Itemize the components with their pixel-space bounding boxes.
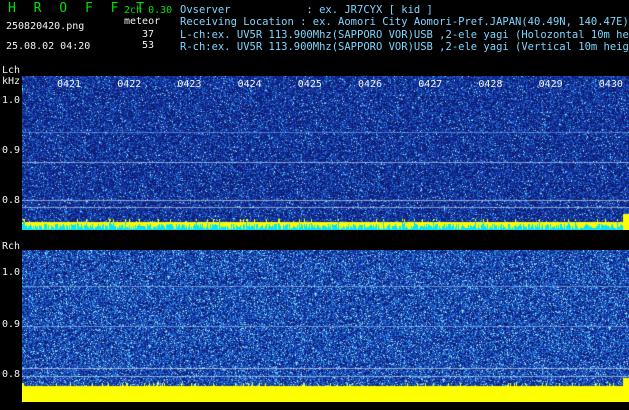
rch-label: Rch — [2, 241, 21, 252]
time-tick-label: 0427 — [418, 79, 443, 90]
rch-ytick: 0.9 — [2, 319, 21, 330]
lch-ytick: 0.9 — [2, 145, 21, 156]
lch-ytick: 1.0 — [2, 95, 21, 106]
filename-label: 250820420.png — [6, 21, 85, 32]
rch-ytick: 0.8 — [2, 369, 21, 380]
time-tick-label: 0428 — [478, 79, 503, 90]
lch-unit-label: kHz — [2, 76, 21, 87]
time-tick-label: 0421 — [57, 79, 82, 90]
rch-ytick: 1.0 — [2, 267, 21, 278]
meteor-count-rch: 53 — [142, 40, 155, 51]
time-tick-label: 0425 — [297, 79, 322, 90]
lch-spectrogram — [22, 76, 629, 230]
timestamp-label: 25.08.02 04:20 — [6, 41, 91, 52]
lch-receiver-line: L-ch:ex. UV5R 113.900Mhz(SAPPORO VOR)USB… — [180, 29, 629, 41]
meteor-label: meteor — [124, 16, 161, 27]
time-tick-label: 0430 — [598, 79, 623, 90]
lch-label: Lch — [2, 65, 21, 76]
rch-receiver-line: R-ch:ex. UV5R 113.900Mhz(SAPPORO VOR)USB… — [180, 41, 629, 53]
time-tick-label: 0422 — [117, 79, 142, 90]
time-tick-label: 0426 — [358, 79, 383, 90]
time-tick-label: 0423 — [177, 79, 202, 90]
rch-spectrogram — [22, 250, 629, 402]
lch-ytick: 0.8 — [2, 195, 21, 206]
time-tick-label: 0424 — [237, 79, 262, 90]
observer-line: Ovserver : ex. JR7CYX [ kid ] — [180, 4, 433, 16]
lch-waterfall: 0421 0422 0423 0424 0425 0426 0427 0428 0429 0430 — [22, 76, 629, 230]
rch-waterfall — [22, 250, 629, 402]
location-line: Receiving Location : ex. Aomori City Aom… — [180, 16, 629, 28]
time-tick-label: 0429 — [538, 79, 563, 90]
